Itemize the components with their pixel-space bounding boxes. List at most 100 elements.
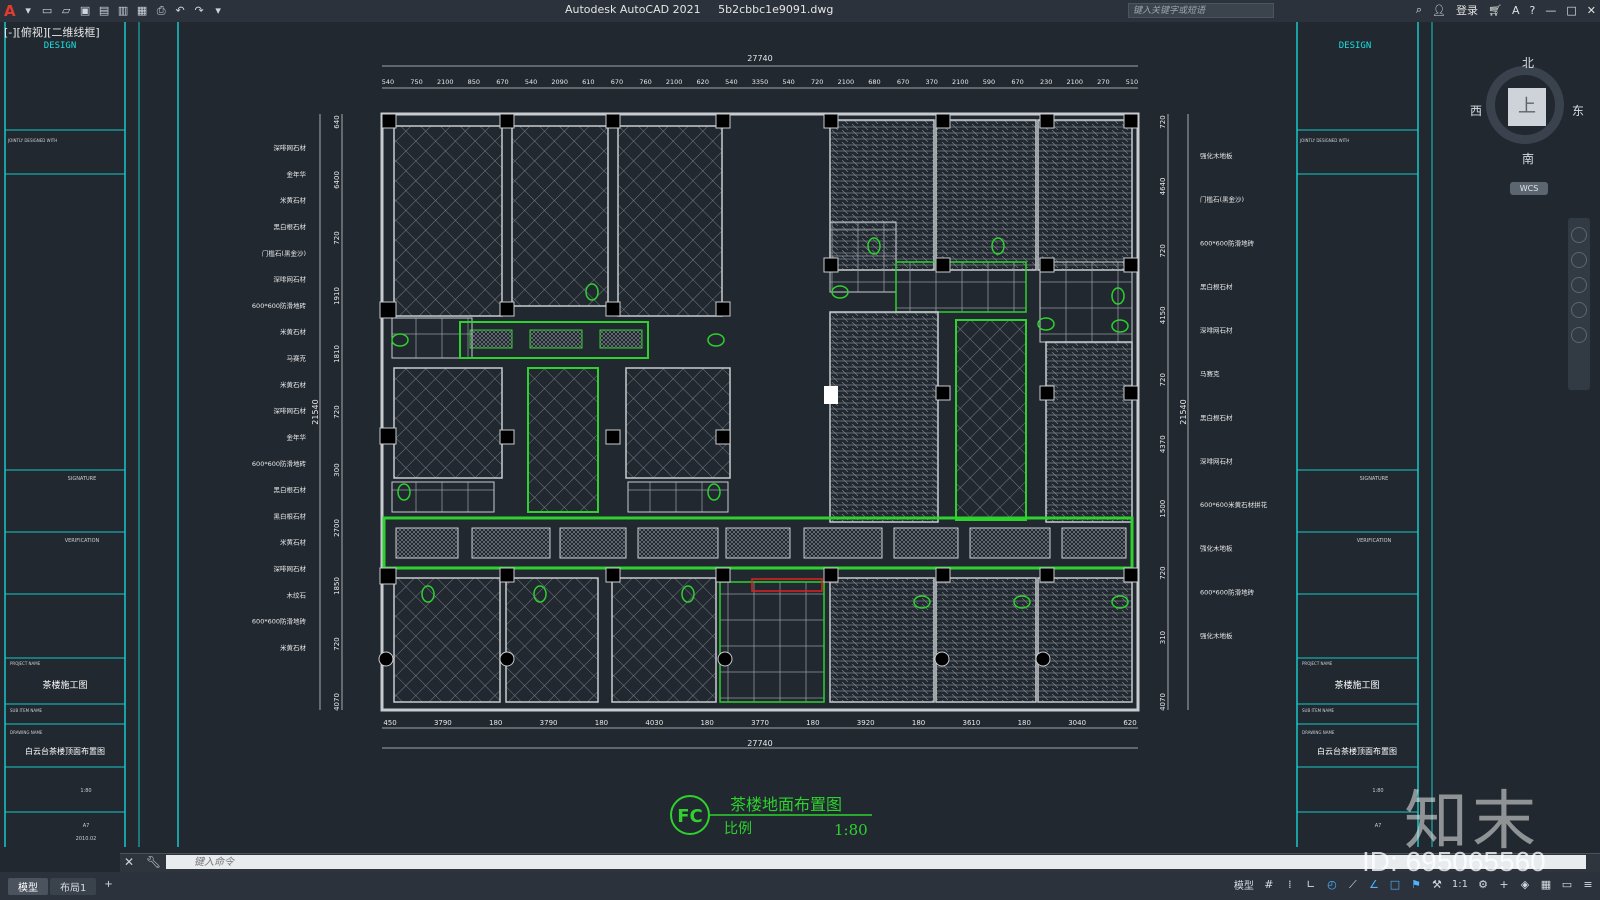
customization-menu-icon[interactable]: ≡: [1582, 878, 1594, 891]
object-snap-icon[interactable]: □: [1389, 878, 1401, 891]
right-dimension-text: 720: [1159, 115, 1167, 128]
top-dimension-text: 590: [983, 78, 995, 86]
left-dimension-text: 1810: [333, 345, 341, 363]
print-icon[interactable]: ⎙: [155, 5, 168, 17]
customize-dropdown-icon[interactable]: ▾: [212, 5, 225, 17]
search-icon[interactable]: ⌕: [1416, 3, 1422, 17]
zoom-icon[interactable]: [1571, 277, 1587, 293]
left-material-note: 深啡网石材: [274, 275, 307, 284]
compass-south[interactable]: 南: [1522, 150, 1534, 167]
wcs-menu[interactable]: WCS: [1510, 182, 1548, 195]
right-verification-label: VERIFICATION: [1357, 538, 1392, 544]
maximize-icon[interactable]: □: [1566, 4, 1576, 17]
top-dimension-text: 720: [811, 78, 823, 86]
left-dimension-text: 6400: [333, 171, 341, 189]
autocad-logo-icon[interactable]: A: [4, 2, 16, 20]
isolate-objects-icon[interactable]: ◈: [1519, 878, 1531, 891]
minimize-icon[interactable]: —: [1545, 4, 1556, 17]
login-button[interactable]: 登录: [1456, 2, 1478, 18]
search-input[interactable]: 键入关键字或短语: [1128, 3, 1274, 18]
right-dimension-text: 1500: [1159, 500, 1167, 518]
left-dimension-text: 640: [333, 115, 341, 128]
tab-layout1[interactable]: 布局1: [50, 878, 97, 895]
clean-screen-icon[interactable]: ▭: [1561, 878, 1573, 891]
navigation-bar[interactable]: [1568, 218, 1590, 390]
pan-icon[interactable]: [1571, 252, 1587, 268]
close-command-icon[interactable]: ✕: [124, 855, 134, 869]
right-dimension-text: 720: [1159, 373, 1167, 386]
auto-scale-icon[interactable]: ⚒: [1431, 878, 1443, 891]
tab-model[interactable]: 模型: [8, 878, 48, 895]
status-bar: 模型 布局1 + 模型 # ⁞ ∟ ◴ ⟋ ∠ □ ⚑ ⚒ 1:1 ⚙ + ◈ …: [0, 872, 1600, 900]
viewcube[interactable]: 上 北 南 西 东: [1470, 56, 1584, 168]
top-dimension-text: 670: [897, 78, 909, 86]
right-project-name-label: PROJECT NAME: [1302, 661, 1333, 666]
orbit-icon[interactable]: [1571, 302, 1587, 318]
left-total-dim: 21540: [311, 399, 320, 424]
cart-icon[interactable]: 🛒︎: [1488, 4, 1502, 17]
file-name: 5b2cbbc1e9091.dwg: [718, 3, 834, 16]
open-folder-icon[interactable]: ▱: [60, 5, 73, 17]
bottom-dimension-text: 450: [383, 719, 396, 727]
left-dimension-text: 1850: [333, 577, 341, 595]
left-material-note: 600*600防滑地砖: [252, 617, 307, 626]
ortho-icon[interactable]: ∟: [1305, 878, 1317, 891]
viewport-controls[interactable]: [-][俯视][二维线框]: [4, 24, 100, 40]
left-material-notes: 深啡网石材金年华米黄石材黑白根石材门槛石(黑金沙)深啡网石材600*600防滑地…: [252, 143, 307, 652]
right-dimension-texts: 720 4640 720 4150 720 4370 1500 720 310 4070: [1159, 115, 1167, 711]
dropdown-arrow-icon[interactable]: ▾: [22, 5, 35, 17]
customize-wrench-icon[interactable]: 🔧︎: [146, 855, 161, 869]
steering-wheel-icon[interactable]: [1571, 227, 1587, 243]
left-material-note: 深啡网石材: [274, 406, 307, 415]
close-icon[interactable]: ✕: [1587, 4, 1596, 17]
plot-icon[interactable]: ▦: [136, 5, 149, 17]
right-scale-value: 1:80: [1372, 788, 1383, 794]
left-material-note: 木纹石: [287, 590, 307, 599]
floor-plan[interactable]: [378, 112, 1140, 712]
right-dimension-text: 4150: [1159, 306, 1167, 324]
left-drawing-name-label: DRAWING NAME: [10, 730, 43, 735]
save-icon[interactable]: ▣: [79, 5, 92, 17]
bottom-dimension-text: 3790: [540, 719, 558, 727]
compass-west[interactable]: 西: [1470, 102, 1482, 119]
bottom-dimension-text: 180: [700, 719, 713, 727]
user-icon[interactable]: 👤︎: [1432, 4, 1446, 17]
snap-icon[interactable]: ⁞: [1284, 878, 1296, 891]
autodesk-app-icon[interactable]: A: [1512, 4, 1520, 17]
isometric-icon[interactable]: ⟋: [1347, 878, 1359, 891]
undo-icon[interactable]: ↶: [174, 5, 187, 17]
top-dimension-text: 2100: [437, 78, 454, 86]
right-material-note: 600*600防滑地砖: [1200, 587, 1255, 596]
publish-icon[interactable]: ▥: [117, 5, 130, 17]
grid-icon[interactable]: #: [1263, 878, 1275, 891]
new-file-icon[interactable]: ▭: [41, 5, 54, 17]
redo-icon[interactable]: ↷: [193, 5, 206, 17]
bottom-dimension-text: 180: [1018, 719, 1031, 727]
compass-north[interactable]: 北: [1522, 54, 1534, 71]
top-dimension-text: 3350: [752, 78, 769, 86]
plus-icon[interactable]: +: [1498, 878, 1510, 891]
workspace-gear-icon[interactable]: ⚙: [1477, 878, 1489, 891]
left-design-label: DESIGN: [44, 41, 77, 51]
hardware-acceleration-icon[interactable]: ▦: [1540, 878, 1552, 891]
left-material-note: 600*600防滑地砖: [252, 459, 307, 468]
top-dimension-text: 680: [868, 78, 880, 86]
right-drawing-name: 白云台茶楼顶面布置图: [1317, 746, 1397, 756]
left-title-block: [4, 22, 179, 847]
save-as-icon[interactable]: ▤: [98, 5, 111, 17]
drawing-symbol: FC: [677, 806, 703, 827]
add-layout-icon[interactable]: +: [98, 878, 118, 895]
polar-tracking-icon[interactable]: ◴: [1326, 878, 1338, 891]
showmotion-icon[interactable]: [1571, 327, 1587, 343]
drawing-scale-value: 1:80: [834, 821, 868, 839]
drawing-canvas[interactable]: DESIGN JOINTLY DESIGNED WITH SIGNATURE V…: [0, 22, 1600, 852]
object-snap-tracking-icon[interactable]: ∠: [1368, 878, 1380, 891]
compass-east[interactable]: 东: [1572, 102, 1584, 119]
annotation-scale[interactable]: 1:1: [1452, 879, 1468, 890]
top-dimension-text: 620: [697, 78, 709, 86]
right-material-note: 强化木地板: [1200, 151, 1233, 160]
annotation-visibility-icon[interactable]: ⚑: [1410, 878, 1422, 891]
model-space-toggle[interactable]: 模型: [1234, 877, 1254, 892]
cube-top-face[interactable]: 上: [1508, 88, 1546, 126]
help-icon[interactable]: ?: [1530, 4, 1536, 17]
